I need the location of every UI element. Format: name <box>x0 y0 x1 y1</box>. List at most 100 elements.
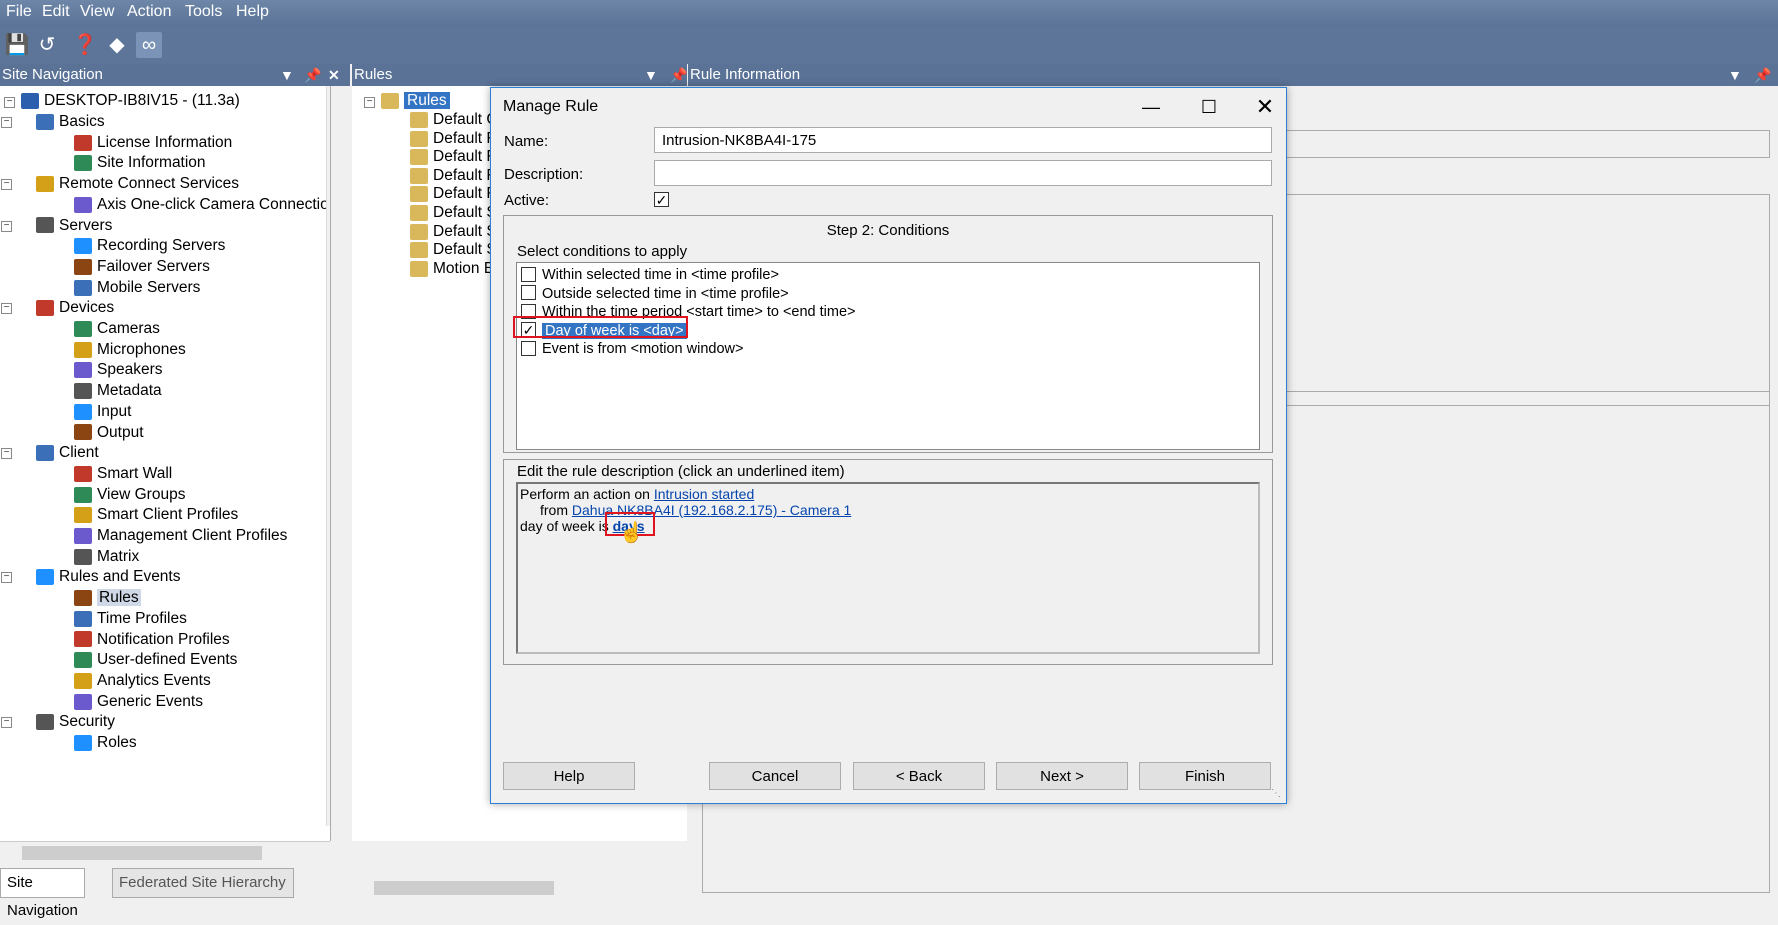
collapse-icon[interactable]: − <box>1 448 12 460</box>
rules-horizontal-scrollbar[interactable] <box>352 877 687 899</box>
tree-item[interactable]: Axis One-click Camera Connectio <box>74 195 329 215</box>
collapse-icon[interactable]: − <box>1 220 12 232</box>
vertical-scrollbar[interactable] <box>326 86 331 826</box>
tree-item[interactable]: − Remote Connect Services <box>1 174 239 194</box>
minimize-button[interactable]: — <box>1131 92 1171 122</box>
condition-item[interactable]: Event is from <motion window> <box>521 339 743 359</box>
pin-icon[interactable]: 📌 <box>304 64 321 86</box>
scroll-thumb[interactable] <box>330 110 331 510</box>
help-button[interactable]: Help <box>503 762 635 790</box>
condition-item[interactable]: Outside selected time in <time profile> <box>521 284 789 304</box>
tree-item[interactable]: Cameras <box>74 319 160 339</box>
tree-item[interactable]: Input <box>74 402 131 422</box>
menu-file[interactable]: File <box>6 3 32 21</box>
tree-root[interactable]: − DESKTOP-IB8IV15 - (11.3a) <box>4 91 240 111</box>
event-link[interactable]: Intrusion started <box>654 486 754 502</box>
active-checkbox[interactable]: ✓ <box>654 192 669 207</box>
collapse-icon[interactable]: − <box>1 572 12 584</box>
tab-site-navigation[interactable]: Site Navigation <box>0 868 85 919</box>
collapse-icon[interactable]: − <box>4 97 15 108</box>
tree-item[interactable]: Rules <box>74 588 141 608</box>
collapse-icon[interactable]: − <box>1 303 12 315</box>
menu-help[interactable]: Help <box>236 3 269 21</box>
menu-tools[interactable]: Tools <box>185 3 222 21</box>
conditions-list[interactable]: Within selected time in <time profile> Ou… <box>516 262 1260 450</box>
tree-item[interactable]: − Rules and Events <box>1 567 181 587</box>
scroll-thumb[interactable] <box>374 881 554 895</box>
tree-item[interactable]: Metadata <box>74 381 162 401</box>
pin-icon[interactable]: 📌 <box>670 64 687 86</box>
undo-icon[interactable]: ↺ <box>34 32 60 58</box>
tree-item[interactable]: Failover Servers <box>74 257 210 277</box>
tree-item[interactable]: Analytics Events <box>74 671 211 691</box>
chevron-down-icon[interactable]: ▼ <box>644 64 658 86</box>
chevron-down-icon[interactable]: ▼ <box>1728 64 1742 86</box>
tree-item[interactable]: Management Client Profiles <box>74 526 287 546</box>
scroll-thumb[interactable] <box>22 846 262 860</box>
condition-item[interactable]: Within selected time in <time profile> <box>521 265 779 285</box>
tree-item[interactable]: Time Profiles <box>74 609 187 629</box>
collapse-icon[interactable]: − <box>1 117 12 128</box>
rule-item[interactable]: Default F <box>410 147 496 167</box>
tree-item[interactable]: Matrix <box>74 547 139 567</box>
rule-item-label: Default S <box>433 241 497 259</box>
description-field[interactable] <box>654 160 1272 186</box>
tree-item[interactable]: License Information <box>74 133 232 153</box>
condition-checkbox[interactable] <box>521 266 536 282</box>
tree-item[interactable]: Smart Wall <box>74 464 172 484</box>
menu-edit[interactable]: Edit <box>42 3 70 21</box>
tree-item[interactable]: Mobile Servers <box>74 278 200 298</box>
finish-button[interactable]: Finish <box>1139 762 1271 790</box>
tree-item[interactable]: Generic Events <box>74 692 203 712</box>
rules-root[interactable]: − Rules <box>364 91 450 111</box>
next-button[interactable]: Next > <box>996 762 1128 790</box>
tree-item[interactable]: Notification Profiles <box>74 630 230 650</box>
tree-item[interactable]: − Devices <box>1 298 114 318</box>
tree-item[interactable]: Speakers <box>74 360 162 380</box>
rule-item[interactable]: Default F <box>410 129 496 149</box>
condition-checkbox[interactable] <box>521 285 536 301</box>
rule-item[interactable]: Default G <box>410 110 498 130</box>
chevron-down-icon[interactable]: ▼ <box>280 64 294 86</box>
active-label: Active: <box>504 192 550 209</box>
close-icon[interactable]: ✕ <box>328 64 340 86</box>
maximize-button[interactable]: ☐ <box>1189 92 1229 122</box>
tree-item[interactable]: Output <box>74 423 144 443</box>
name-field[interactable]: Intrusion-NK8BA4I-175 <box>654 127 1272 153</box>
condition-checkbox[interactable] <box>521 340 536 356</box>
wizard-icon[interactable]: ◆ <box>104 32 130 58</box>
rule-item[interactable]: Default F <box>410 166 496 186</box>
tab-federated-site-hierarchy[interactable]: Federated Site Hierarchy <box>112 868 294 898</box>
cancel-button[interactable]: Cancel <box>709 762 841 790</box>
resize-grip-icon[interactable]: ⋱ <box>1271 788 1281 799</box>
menu-view[interactable]: View <box>80 3 114 21</box>
tree-item[interactable]: − Basics <box>1 112 105 132</box>
rule-item[interactable]: Default S <box>410 222 497 242</box>
tree-item[interactable]: User-defined Events <box>74 650 237 670</box>
collapse-icon[interactable]: − <box>364 97 375 108</box>
tree-item[interactable]: Site Information <box>74 153 206 173</box>
pin-icon[interactable]: 📌 <box>1754 64 1771 86</box>
rule-item[interactable]: Default S <box>410 240 497 260</box>
back-button[interactable]: < Back <box>853 762 985 790</box>
save-icon[interactable]: 💾 <box>4 32 30 58</box>
rule-item[interactable]: Default S <box>410 203 497 223</box>
collapse-icon[interactable]: − <box>1 179 12 191</box>
tree-item[interactable]: − Security <box>1 712 115 732</box>
tree-item[interactable]: View Groups <box>74 485 185 505</box>
close-button[interactable]: ✕ <box>1245 92 1285 122</box>
rules-icon <box>381 92 399 109</box>
collapse-icon[interactable]: − <box>1 717 12 729</box>
tree-item[interactable]: Smart Client Profiles <box>74 505 238 525</box>
horizontal-scrollbar[interactable] <box>0 841 330 864</box>
rule-item[interactable]: Default F <box>410 184 496 204</box>
tree-item[interactable]: Roles <box>74 733 137 753</box>
tree-item[interactable]: − Servers <box>1 216 112 236</box>
tree-item[interactable]: Recording Servers <box>74 236 225 256</box>
rule-item[interactable]: Motion E <box>410 259 494 279</box>
tree-item[interactable]: Microphones <box>74 340 186 360</box>
menu-action[interactable]: Action <box>127 3 171 21</box>
binoculars-icon[interactable]: ∞ <box>136 32 162 58</box>
tree-item[interactable]: − Client <box>1 443 99 463</box>
help-icon[interactable]: ❓ <box>72 32 98 58</box>
